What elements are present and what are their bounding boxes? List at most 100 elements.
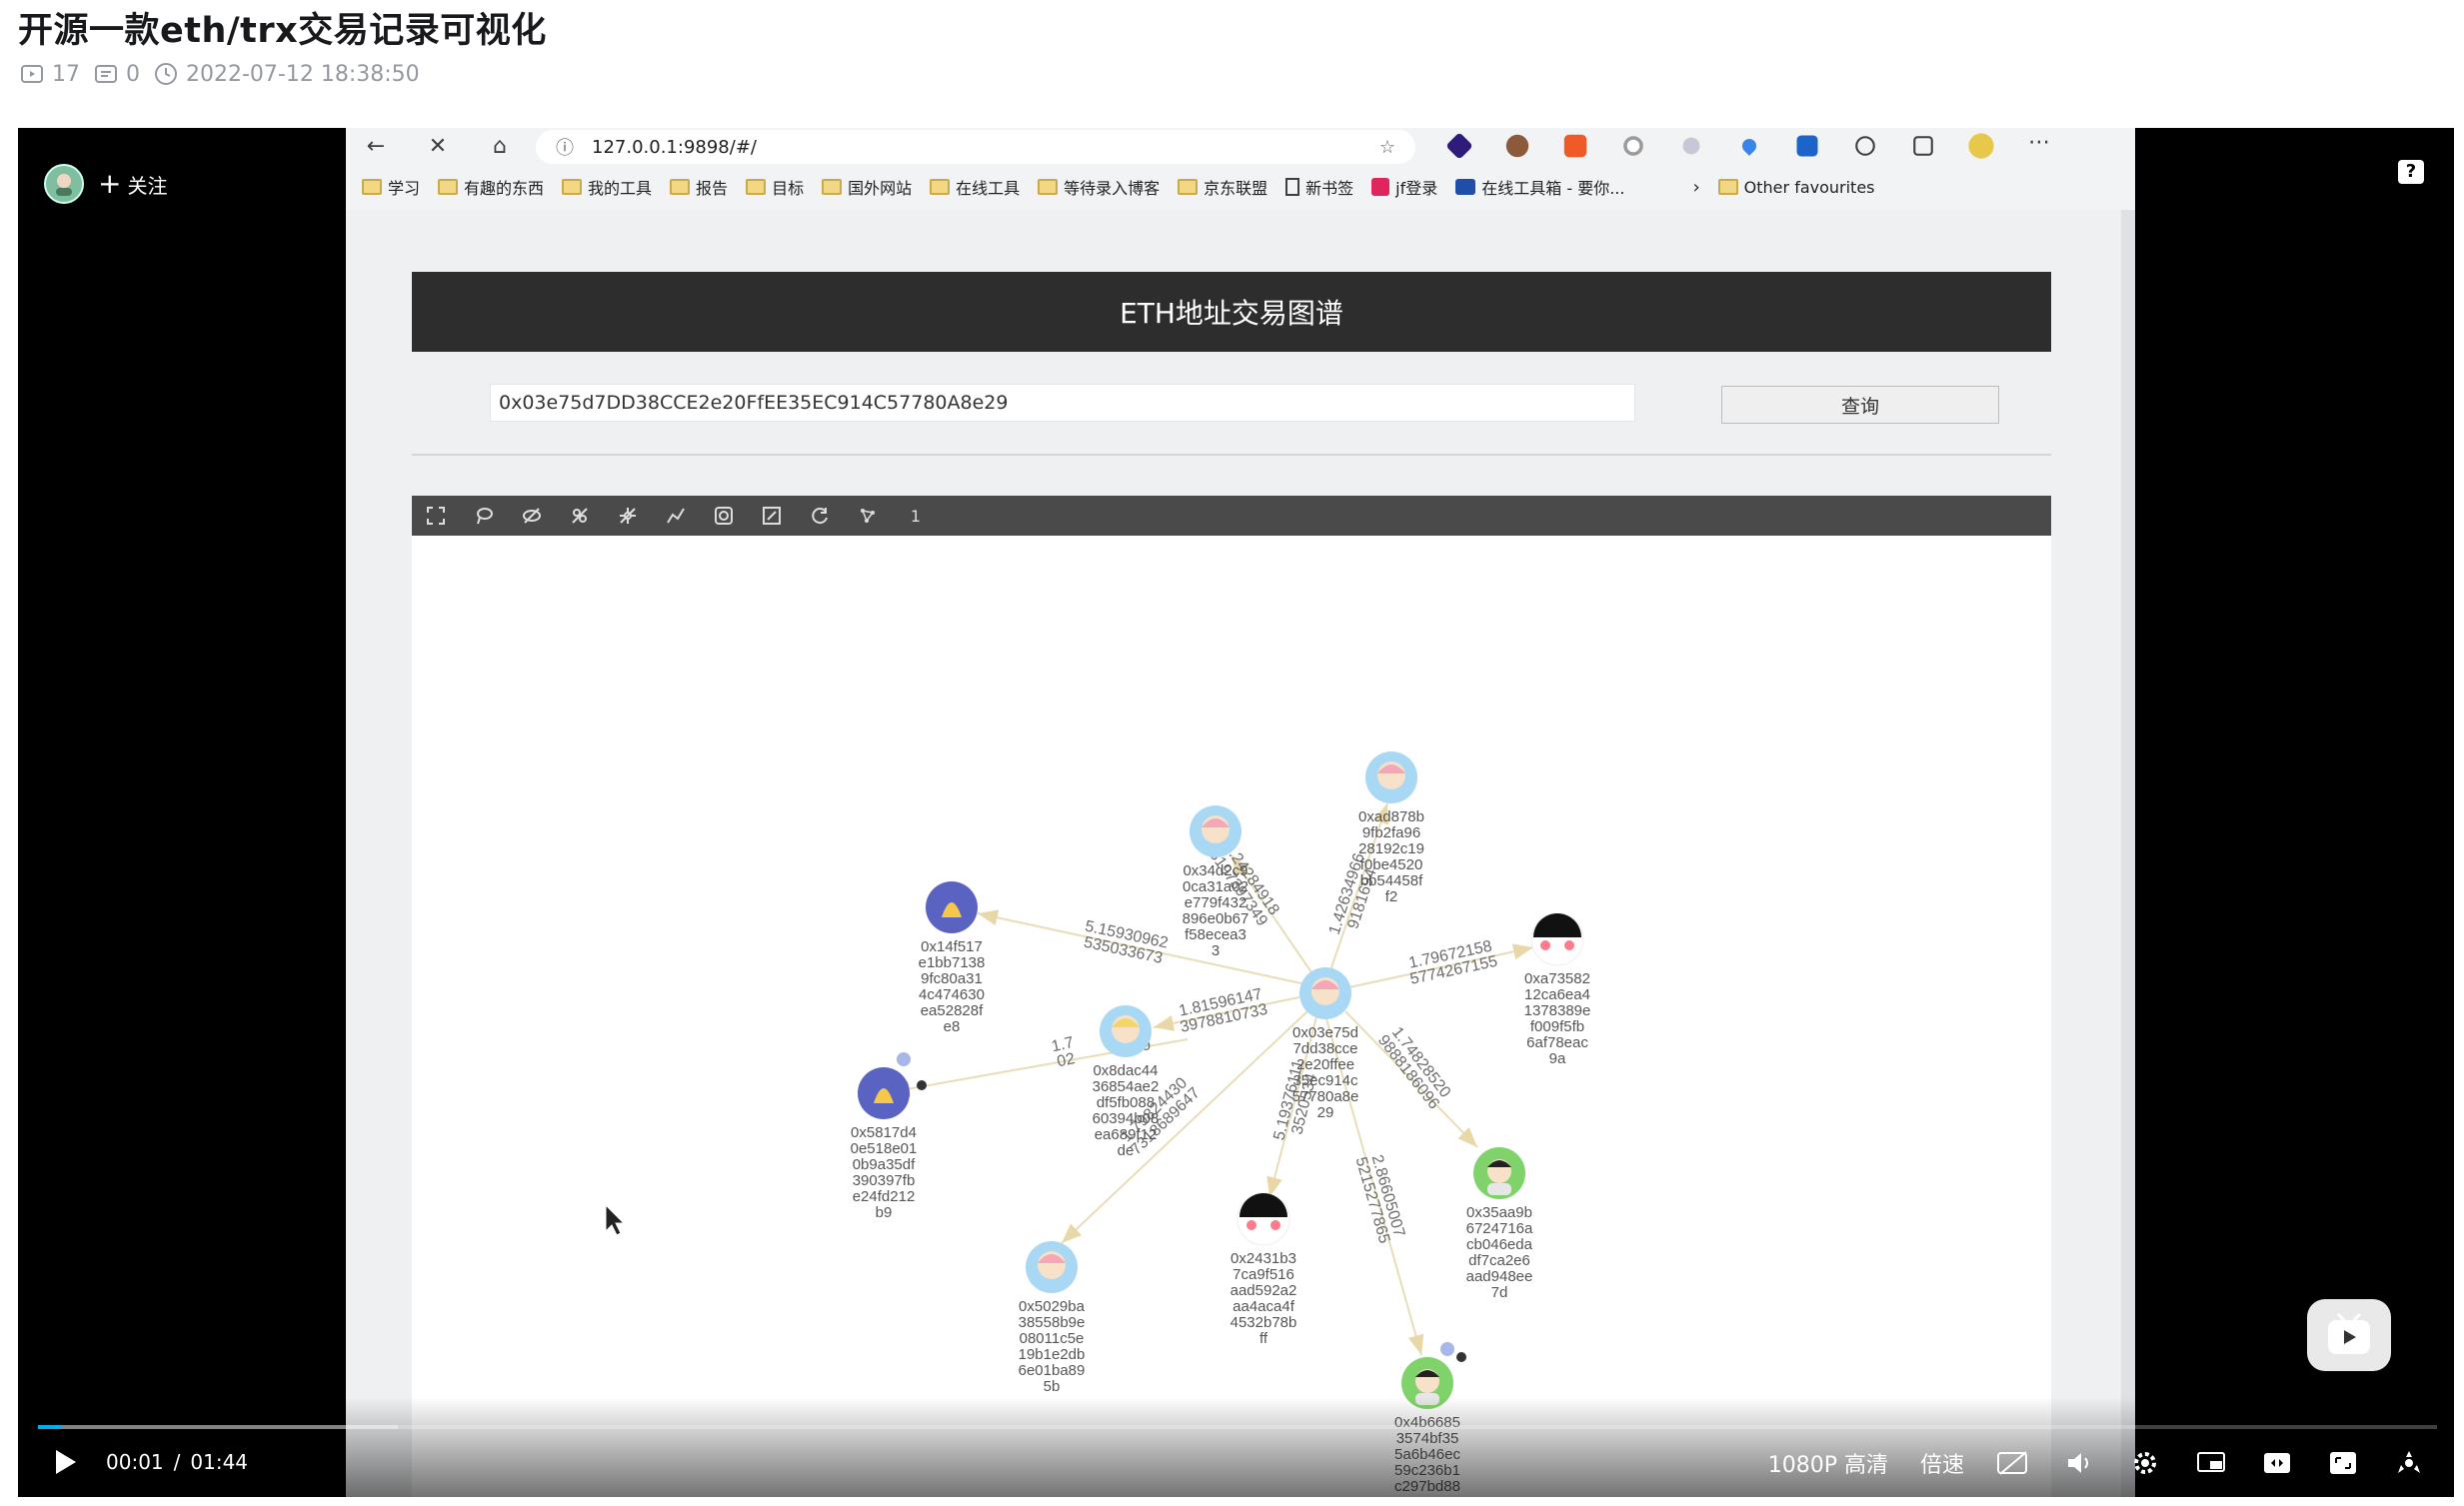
bookmark-folder[interactable]: 在线工具 [930,175,1020,199]
folder-icon [670,179,691,195]
layout-icon[interactable] [854,502,882,530]
hide-selected-icon[interactable] [566,502,594,530]
refresh-icon[interactable] [806,502,834,530]
divider [412,454,2051,456]
graph-node-n8[interactable]: 0x2431b3 7ca9f516 aad592a2 aa4aca4f 4532b78b… [1231,1192,1297,1347]
graph-node-n2[interactable]: 0x34d2c9 0ca31a02 e779f432 896e0b67 f58ecea3… [1183,805,1249,959]
uploader-follow: + 关注 [44,164,167,204]
graph-node-center[interactable]: 0x03e75d 7dd38cce 2e20ffee 35ec914c 57780a8e… [1292,967,1359,1121]
uploader-avatar[interactable] [44,164,84,204]
avatar-icon [56,174,72,196]
edge-label-n7: 1.748285209888186096 [1374,1022,1455,1113]
fullscreen-icon[interactable] [2392,1448,2426,1478]
play-icon[interactable] [48,1447,82,1477]
pin-icon[interactable] [1739,136,1759,156]
widescreen-icon[interactable] [2260,1448,2294,1478]
profile-avatar[interactable] [1968,133,1994,159]
settings-icon[interactable] [2128,1448,2162,1478]
address-input-value: 0x03e75d7DD38CCE2e20FfEE35EC914C57780A8e… [499,392,1009,414]
more-icon[interactable]: ⋯ [2025,132,2053,160]
views-meta: 17 [20,62,80,87]
svg-text:0x35aa9b6724716acb046edadf7ca2: 0x35aa9b 6724716a cb046eda df7ca2e6 aad948ee… [1466,1204,1533,1301]
bookmark-folder[interactable]: 有趣的东西 [438,175,544,199]
volume-icon[interactable] [2062,1448,2096,1478]
extension-icon[interactable] [1623,136,1643,156]
help-icon[interactable]: ? [2398,160,2424,184]
svg-text:0x2431b37ca9f516aad592a2aa4aca: 0x2431b3 7ca9f516 aad592a2 aa4aca4f 4532b78b… [1231,1250,1297,1347]
clock-icon [155,63,177,85]
quality-button[interactable]: 1080P 高清 [1768,1447,1888,1479]
page-scrollbar[interactable] [2121,210,2135,1497]
path-icon[interactable] [662,502,690,530]
graph-node-n1[interactable]: 0xad878b 9fb2fa96 28192c19 f0be4520 bb54458f… [1358,752,1424,905]
graph-node-n7[interactable]: 0x35aa9b 6724716a cb046eda df7ca2e6 aad948ee… [1466,1147,1533,1301]
extension-icon[interactable] [1563,134,1587,158]
bookmark-folder[interactable]: 学习 [362,175,420,199]
url-text: 127.0.0.1:9898/#/ [592,136,757,158]
progress-bar[interactable] [38,1425,2437,1429]
address-input[interactable]: 0x03e75d7DD38CCE2e20FfEE35EC914C57780A8e… [490,384,1635,422]
cookie-icon[interactable] [1505,134,1529,158]
fit-icon[interactable] [758,502,786,530]
collections-icon[interactable] [1913,136,1933,156]
bookmark-item[interactable]: 新书签 [1285,175,1353,199]
page-icon [1285,178,1300,196]
app-title: ETH地址交易图谱 [1120,297,1343,330]
folder-icon [562,179,583,195]
svg-text:0x34d2c90ca31a02e779f432896e0b: 0x34d2c9 0ca31a02 e779f432 896e0b67 f58ecea3… [1183,862,1249,959]
folder-icon [1038,179,1059,195]
bookmark-item[interactable]: jf登录 [1371,175,1437,199]
stop-icon[interactable]: ✕ [424,132,452,160]
favorite-star-icon[interactable]: ☆ [1379,137,1395,158]
graph-node-n9[interactable]: 0x5029ba 38558b9e 08011c5e 19b1e2db 6e01ba89… [1019,1241,1086,1395]
graph-panel[interactable]: 1 1.426349669181694 1.242849183197397349… [412,496,2051,1497]
bookmarks-bar: 学习 有趣的东西 我的工具 报告 目标 国外网站 在线工具 等待录入博客 京东联… [346,170,2135,204]
speed-button[interactable]: 倍速 [1920,1447,1964,1479]
edge-label-n10: 2.866050075215277865 [1352,1151,1408,1246]
extension-icon[interactable] [1796,135,1818,157]
bookmark-folder[interactable]: 我的工具 [562,175,652,199]
query-button[interactable]: 查询 [1721,386,1999,424]
edge-label-n5: 1.815961473978810733 [1176,985,1269,1036]
puzzle-icon[interactable] [1855,136,1875,156]
hide-icon[interactable] [518,502,546,530]
graph-node-n3[interactable]: 0x14f517 e1bb7138 9fc80a31 4c474630 ea52828f… [919,881,986,1035]
graph-node-n4[interactable]: 0xa73582 12ca6ea4 1378389e f009f5fb 6af78eac… [1524,912,1591,1067]
graph-node-n6[interactable]: 0x5817d4 0e518e01 0b9a35df 390397fb e24fd212… [851,1052,927,1221]
url-bar[interactable]: ⓘ 127.0.0.1:9898/#/ ☆ [536,130,1415,164]
danmaku-toggle-icon[interactable] [1996,1448,2030,1478]
extension-icons: ⋯ [1445,132,2053,160]
bookmark-folder[interactable]: 京东联盟 [1178,175,1267,199]
progress-fill [38,1425,62,1429]
bookmark-folder[interactable]: 报告 [670,175,728,199]
home-icon[interactable]: ⌂ [486,132,514,160]
graph-nodes: 0x03e75d 7dd38cce 2e20ffee 35ec914c 57780a8e… [851,752,1591,1497]
folder-icon [438,179,459,195]
hide-edges-icon[interactable] [614,502,642,530]
label-icon[interactable]: 1 [902,502,930,530]
bookmark-item[interactable]: 在线工具箱 - 要你... [1455,175,1624,199]
player-controls: 00:01 / 01:44 1080P 高清 倍速 [18,1397,2454,1497]
bilibili-logo-icon [2307,1299,2391,1371]
follow-button[interactable]: + 关注 [98,170,167,199]
bookmark-folder[interactable]: 目标 [746,175,804,199]
bookmark-folder[interactable]: 等待录入博客 [1038,175,1160,199]
back-icon[interactable]: ← [362,132,390,160]
bookmark-folder[interactable]: Other favourites [1717,178,1875,197]
extension-icon[interactable] [1682,137,1700,155]
more-bookmarks-chevron-icon[interactable]: › [1692,177,1699,198]
extension-icon[interactable] [1445,132,1473,160]
fullscreen-icon[interactable] [422,502,450,530]
web-fullscreen-icon[interactable] [2326,1448,2360,1478]
graph-node-n5[interactable]: 0x8dac44 36854ae2 df5fb088 60394b08 ea689f12… [1093,1005,1160,1159]
bookmark-folder[interactable]: 国外网站 [822,175,912,199]
folder-icon [1717,179,1738,195]
transaction-graph[interactable]: 1.426349669181694 1.242849183197397349 5… [412,536,2051,1497]
video-player[interactable]: + 关注 ? ← ✕ ⌂ ⓘ 127.0.0.1:9898/#/ ☆ ⋯ 学习 … [18,128,2454,1497]
svg-text:0x5817d40e518e010b9a35df390397: 0x5817d4 0e518e01 0b9a35df 390397fb e24fd212… [851,1124,918,1221]
zoom-icon[interactable] [710,502,738,530]
picture-in-picture-icon[interactable] [2194,1448,2228,1478]
date-meta: 2022-07-12 18:38:50 [154,62,420,87]
toolbox-icon [1455,179,1476,195]
lasso-icon[interactable] [470,502,498,530]
